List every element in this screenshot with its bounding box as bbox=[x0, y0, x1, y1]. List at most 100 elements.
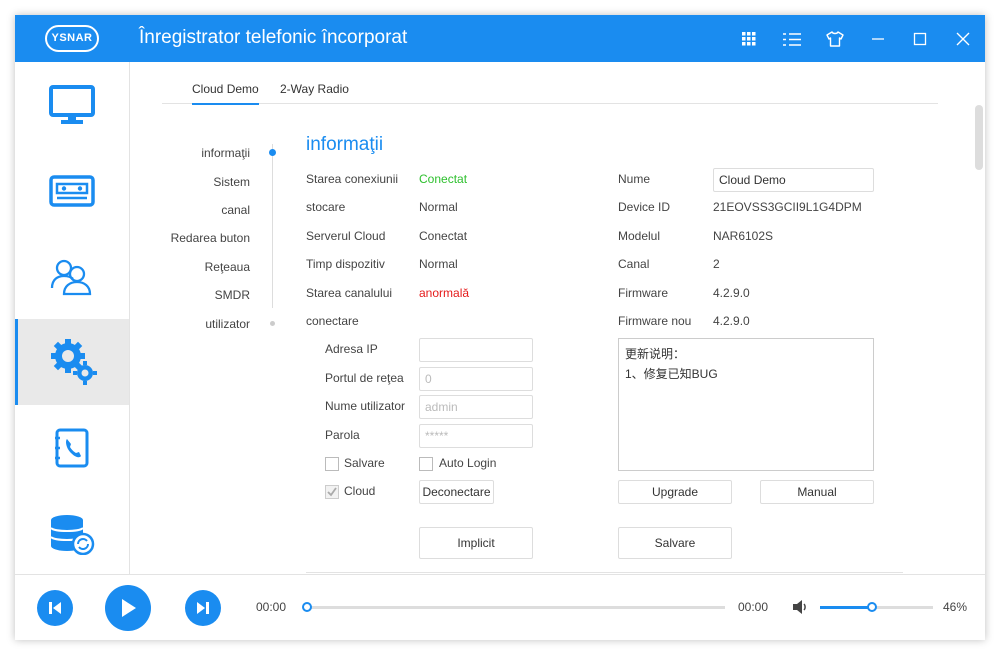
channel-status-label: Starea canalului bbox=[306, 286, 393, 300]
skip-back-icon bbox=[49, 602, 61, 614]
close-icon[interactable] bbox=[952, 28, 974, 50]
app-window: YSNAR Înregistrator telefonic încorporat bbox=[15, 15, 985, 640]
save-button[interactable]: Salvare bbox=[618, 527, 732, 559]
next-track-button[interactable] bbox=[185, 590, 221, 626]
maximize-icon[interactable] bbox=[909, 28, 931, 50]
volume-percent: 46% bbox=[943, 600, 968, 614]
sidebar-item-recordings[interactable] bbox=[15, 148, 129, 234]
device-id-label: Device ID bbox=[618, 200, 671, 214]
auto-login-label: Auto Login bbox=[439, 456, 497, 470]
tab-2-way-radio[interactable]: 2-Way Radio bbox=[280, 82, 349, 96]
update-notes-line-2: 1、修复已知BUG bbox=[625, 367, 718, 381]
cloud-server-value: Conectat bbox=[419, 229, 468, 243]
device-id-value: 21EOVSS3GCII9L1G4DPM bbox=[713, 200, 862, 214]
password-label: Parola bbox=[325, 428, 360, 442]
subnav-item-reteaua[interactable]: Reţeaua bbox=[130, 260, 250, 274]
database-sync-icon bbox=[50, 515, 95, 555]
tab-cloud-demo[interactable]: Cloud Demo bbox=[192, 82, 259, 105]
app-logo: YSNAR bbox=[45, 25, 99, 52]
storage-label: stocare bbox=[306, 200, 346, 214]
settings-gears-icon bbox=[50, 339, 97, 385]
new-firmware-label: Firmware nou bbox=[618, 314, 692, 328]
tab-bar: Cloud Demo 2-Way Radio bbox=[162, 62, 938, 105]
channel-value: 2 bbox=[713, 257, 720, 271]
subnav-active-dot bbox=[269, 149, 276, 156]
update-notes-line-1: 更新说明： bbox=[625, 347, 686, 361]
list-icon[interactable] bbox=[781, 28, 803, 50]
model-value: NAR6102S bbox=[713, 229, 774, 243]
cloud-server-label: Serverul Cloud bbox=[306, 229, 386, 243]
sidebar-item-monitor[interactable] bbox=[15, 62, 129, 148]
username-label: Nume utilizator bbox=[325, 399, 406, 413]
sidebar-item-storage[interactable] bbox=[15, 491, 129, 577]
new-firmware-value: 4.2.9.0 bbox=[713, 314, 750, 328]
progress-track[interactable] bbox=[307, 606, 725, 609]
content-scrollbar[interactable] bbox=[975, 105, 983, 170]
username-input[interactable] bbox=[419, 395, 533, 419]
cassette-icon bbox=[49, 175, 95, 207]
sidebar bbox=[15, 62, 130, 574]
device-name-input[interactable] bbox=[713, 168, 874, 192]
title-bar: YSNAR Înregistrator telefonic încorporat bbox=[15, 15, 985, 62]
upgrade-button[interactable]: Upgrade bbox=[618, 480, 732, 504]
firmware-value: 4.2.9.0 bbox=[713, 286, 750, 300]
main-content: Cloud Demo 2-Way Radio informaţii Sistem… bbox=[130, 62, 985, 574]
cloud-checkbox[interactable] bbox=[325, 485, 339, 499]
play-icon bbox=[122, 599, 136, 617]
volume-fill bbox=[820, 606, 872, 609]
port-label: Portul de reţea bbox=[325, 371, 404, 385]
previous-track-button[interactable] bbox=[37, 590, 73, 626]
section-title: informaţii bbox=[306, 134, 384, 155]
player-bar: 00:00 00:00 46% bbox=[15, 574, 985, 640]
skip-forward-icon bbox=[197, 602, 209, 614]
ip-address-input[interactable] bbox=[419, 338, 533, 362]
play-button[interactable] bbox=[105, 585, 151, 631]
sidebar-item-phonebook[interactable] bbox=[15, 405, 129, 491]
subnav-item-smdr[interactable]: SMDR bbox=[130, 288, 250, 302]
port-input[interactable] bbox=[419, 367, 533, 391]
device-time-value: Normal bbox=[419, 257, 458, 271]
volume-icon[interactable] bbox=[791, 598, 809, 619]
sidebar-item-users[interactable] bbox=[15, 234, 129, 320]
default-button[interactable]: Implicit bbox=[419, 527, 533, 559]
minimize-icon[interactable] bbox=[867, 28, 889, 50]
subnav-item-canal[interactable]: canal bbox=[130, 203, 250, 217]
subnav-item-sistem[interactable]: Sistem bbox=[130, 175, 250, 189]
channel-label: Canal bbox=[618, 257, 650, 271]
current-time: 00:00 bbox=[256, 600, 287, 614]
model-label: Modelul bbox=[618, 229, 661, 243]
sidebar-item-settings[interactable] bbox=[15, 319, 129, 405]
subnav-item-redarea-buton[interactable]: Redarea buton bbox=[130, 231, 250, 245]
progress-knob[interactable] bbox=[302, 602, 312, 612]
device-time-label: Timp dispozitiv bbox=[306, 257, 385, 271]
total-time: 00:00 bbox=[738, 600, 769, 614]
name-label: Nume bbox=[618, 172, 651, 186]
volume-knob[interactable] bbox=[867, 602, 877, 612]
manual-button[interactable]: Manual bbox=[760, 480, 874, 504]
subnav-end-dot bbox=[270, 321, 275, 326]
channel-status-value: anormală bbox=[419, 286, 470, 300]
save-checkbox[interactable] bbox=[325, 457, 339, 471]
phonebook-icon bbox=[55, 428, 89, 468]
monitor-icon bbox=[49, 85, 95, 124]
update-notes-box[interactable]: 更新说明： 1、修复已知BUG bbox=[618, 338, 874, 471]
checkmark-icon bbox=[327, 487, 337, 497]
save-checkbox-label: Salvare bbox=[344, 456, 385, 470]
app-title: Înregistrator telefonic încorporat bbox=[139, 27, 408, 48]
skin-icon[interactable] bbox=[824, 28, 846, 50]
storage-value: Normal bbox=[419, 200, 458, 214]
auto-login-checkbox[interactable] bbox=[419, 457, 433, 471]
password-input[interactable] bbox=[419, 424, 533, 448]
firmware-label: Firmware bbox=[618, 286, 668, 300]
users-icon bbox=[50, 259, 92, 296]
connect-heading: conectare bbox=[306, 314, 359, 328]
subnav-item-utilizator[interactable]: utilizator bbox=[130, 317, 250, 331]
grid-icon[interactable] bbox=[738, 28, 760, 50]
disconnect-button[interactable]: Deconectare bbox=[419, 480, 494, 504]
subnav-track bbox=[272, 144, 273, 308]
subnav-item-informatii[interactable]: informaţii bbox=[130, 146, 250, 160]
connection-status-label: Starea conexiunii bbox=[306, 172, 399, 186]
cloud-checkbox-label: Cloud bbox=[344, 484, 376, 498]
ip-address-label: Adresa IP bbox=[325, 342, 378, 356]
connection-status-value: Conectat bbox=[419, 172, 468, 186]
